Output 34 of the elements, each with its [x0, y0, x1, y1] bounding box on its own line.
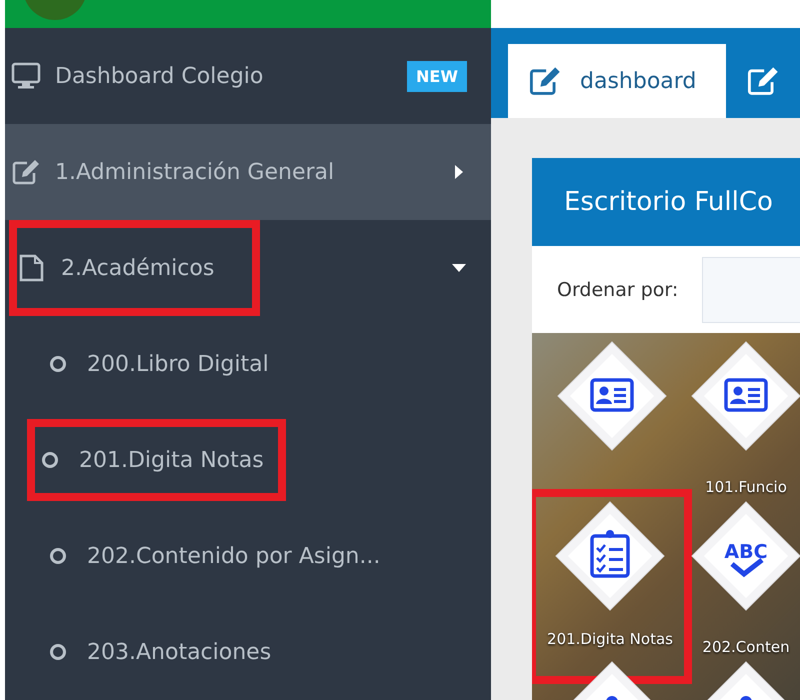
- submenu-item[interactable]: 200.Libro Digital: [5, 316, 491, 412]
- submenu-label: 201.Digita Notas: [79, 448, 264, 472]
- circle-icon: [41, 451, 59, 469]
- id-card-tile-icon[interactable]: [556, 340, 668, 452]
- edit-icon: [746, 65, 780, 97]
- menu-item[interactable]: Dashboard Colegio NEW: [5, 28, 491, 124]
- abc-check-tile-icon[interactable]: ABC: [690, 500, 800, 612]
- new-badge: NEW: [407, 60, 467, 92]
- submenu-item[interactable]: 203.Anotaciones: [5, 604, 491, 700]
- circle-icon: [49, 547, 67, 565]
- sort-label: Ordenar por:: [557, 278, 678, 300]
- checklist-tile-icon[interactable]: [554, 500, 666, 612]
- tile-label[interactable]: 101.Funcio: [705, 478, 787, 496]
- submenu-item[interactable]: 202.Contenido por Asign...: [5, 508, 491, 604]
- edit-icon: [528, 65, 562, 97]
- monitor-icon: [11, 62, 41, 90]
- submenu-label: 200.Libro Digital: [87, 352, 269, 376]
- submenu-label: 203.Anotaciones: [87, 640, 272, 664]
- submenu-item[interactable]: 201.Digita Notas: [5, 412, 491, 508]
- menu-label: 1.Administración General: [55, 160, 334, 184]
- tab[interactable]: dashboard: [508, 44, 726, 118]
- tile-label[interactable]: 202.Conten: [702, 638, 790, 656]
- circle-icon: [49, 643, 67, 661]
- circle-icon: [49, 355, 67, 373]
- edit-icon: [11, 158, 41, 186]
- tile-label[interactable]: 201.Digita Notas: [547, 630, 673, 648]
- menu-label: Dashboard Colegio: [55, 64, 264, 88]
- menu-label: 2.Académicos: [61, 256, 214, 280]
- menu-item[interactable]: 2.Académicos: [5, 220, 491, 316]
- menu-item[interactable]: 1.Administración General: [5, 124, 491, 220]
- sort-field[interactable]: [702, 256, 800, 322]
- panel-title: Escritorio FullCo: [564, 187, 773, 217]
- id-card-tile-icon[interactable]: [690, 340, 800, 452]
- submenu-label: 202.Contenido por Asign...: [87, 544, 380, 568]
